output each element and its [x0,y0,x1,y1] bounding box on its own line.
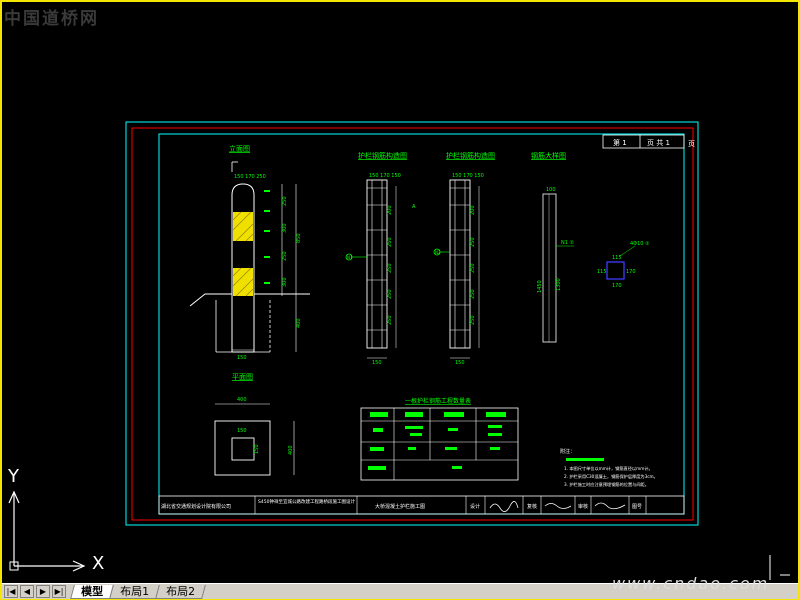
ucs-y-label: Y [8,466,19,487]
tab-layout1-label: 布局1 [120,584,150,598]
tab-model[interactable]: 模型 [70,584,114,599]
last-tab-button[interactable]: ▶| [52,585,66,598]
watermark-bottom-right: www.cndao.com [612,574,770,593]
first-tab-button[interactable]: |◀ [4,585,18,598]
ucs-x-label: X [92,553,105,574]
tab-layout1[interactable]: 布局1 [109,584,160,599]
prev-tab-button[interactable]: ◀ [20,585,34,598]
tab-layout2[interactable]: 布局2 [155,584,206,599]
next-tab-button[interactable]: ▶ [36,585,50,598]
tab-layout2-label: 布局2 [166,584,196,598]
ucs-icon [8,490,86,572]
tab-model-label: 模型 [81,584,104,598]
